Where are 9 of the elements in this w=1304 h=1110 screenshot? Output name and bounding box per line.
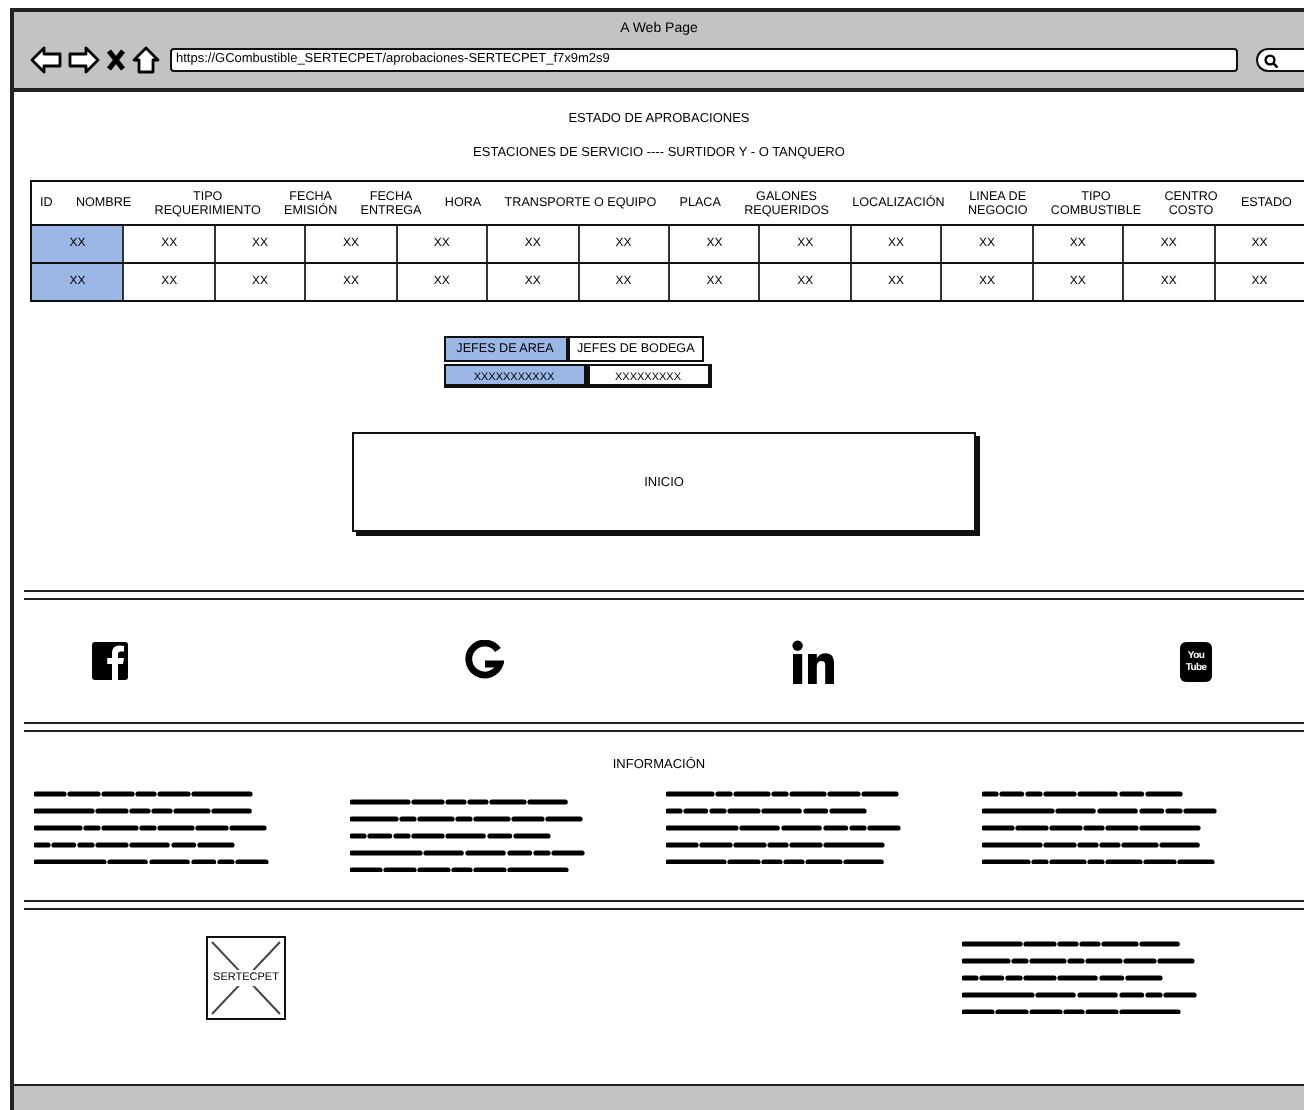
close-icon[interactable]: [106, 48, 126, 72]
back-icon[interactable]: [30, 46, 62, 74]
search-icon: [1264, 53, 1278, 67]
home-icon[interactable]: [132, 46, 160, 74]
search-field[interactable]: [1256, 48, 1304, 72]
forward-icon[interactable]: [68, 46, 100, 74]
linkedin-icon[interactable]: [791, 639, 833, 683]
facebook-icon[interactable]: [91, 642, 127, 680]
google-icon[interactable]: [464, 640, 504, 682]
